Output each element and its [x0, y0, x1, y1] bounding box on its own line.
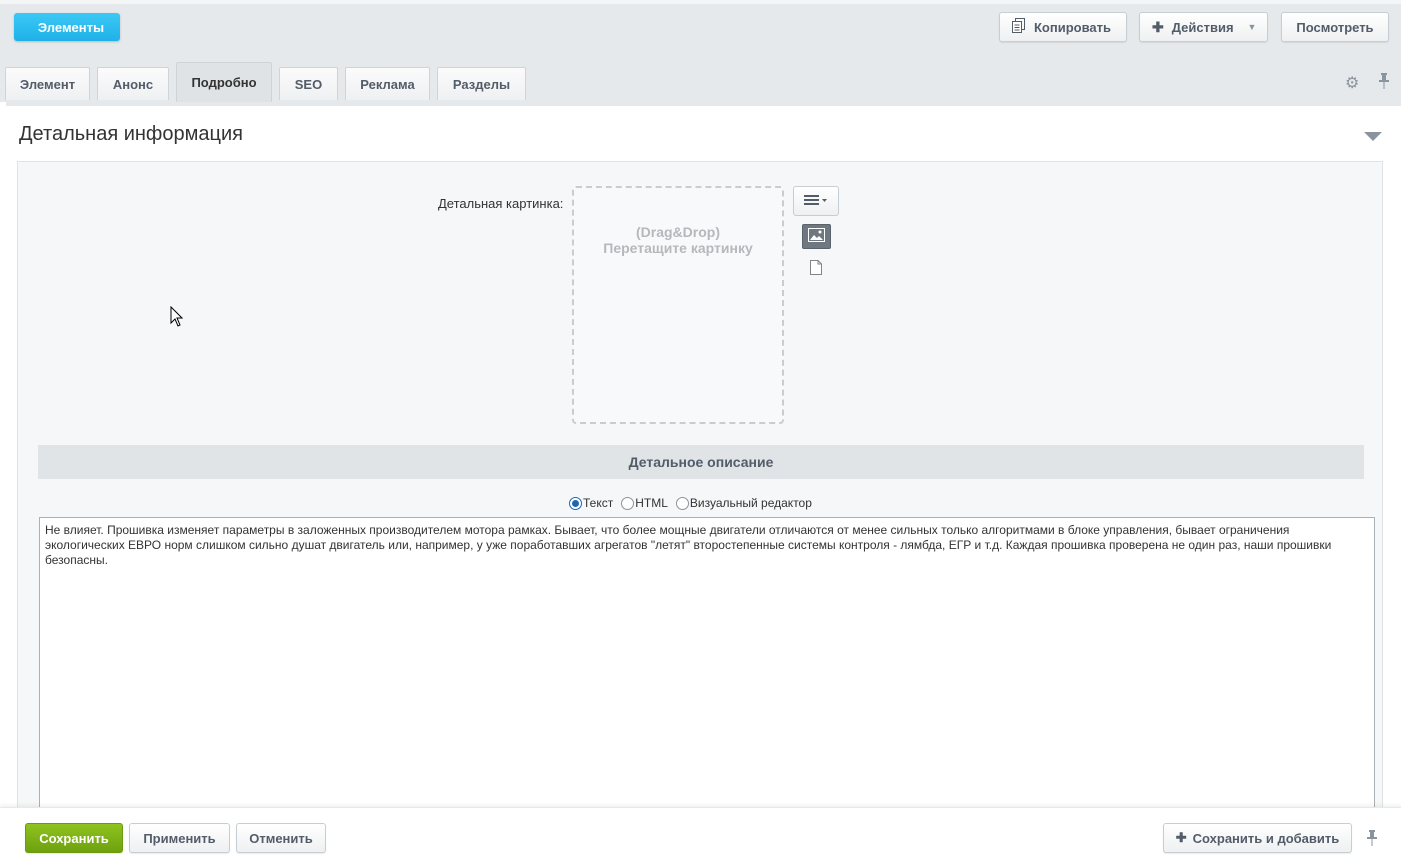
pin-icon[interactable] [1378, 73, 1390, 94]
save-and-add-label: Сохранить и добавить [1192, 830, 1340, 846]
menu-lines-icon [804, 193, 828, 209]
save-and-add-button[interactable]: ✚ Сохранить и добавить [1163, 823, 1352, 853]
detail-description-textarea[interactable]: Не влияет. Прошивка изменяет параметры в… [39, 517, 1375, 812]
tab-sections[interactable]: Разделы [437, 67, 526, 100]
cancel-button[interactable]: Отменить [236, 823, 326, 853]
radio-html-label: HTML [635, 496, 668, 510]
image-upload-button[interactable] [802, 224, 831, 249]
plus-icon: ✚ [1152, 18, 1164, 35]
details-panel: Детальная картинка: (Drag&Drop) Перетащи… [17, 161, 1383, 812]
plus-icon: ✚ [1175, 830, 1187, 845]
copy-button[interactable]: Копировать [999, 12, 1127, 42]
tab-announce[interactable]: Анонс [97, 67, 169, 100]
apply-button[interactable]: Применить [129, 823, 230, 853]
elements-back-button[interactable]: Элементы [14, 13, 120, 41]
tab-element[interactable]: Элемент [5, 67, 90, 100]
collapse-triangle-icon[interactable] [1364, 132, 1382, 141]
radio-visual-label: Визуальный редактор [689, 496, 812, 510]
dropzone-hint-1: (Drag&Drop) [636, 224, 720, 240]
section-title: Детальная информация [19, 123, 243, 145]
tab-details[interactable]: Подробно [176, 62, 272, 102]
image-icon [808, 228, 825, 245]
radio-text-option[interactable]: Текст [569, 496, 613, 510]
radio-visual[interactable] [675, 496, 689, 510]
radio-html[interactable] [621, 496, 635, 510]
radio-text-label: Текст [583, 496, 614, 510]
actions-button[interactable]: ✚ Действия ▼ [1139, 12, 1268, 42]
radio-text[interactable] [569, 496, 582, 510]
mouse-cursor-icon [170, 305, 184, 330]
radio-html-option[interactable]: HTML [621, 496, 668, 510]
tab-seo[interactable]: SEO [279, 67, 338, 100]
chevron-down-icon: ▼ [1247, 22, 1257, 32]
main-content: Детальная информация Детальная картинка:… [6, 102, 1401, 812]
detail-picture-label: Детальная картинка: [438, 196, 564, 211]
dropzone-hint-2: Перетащите картинку [603, 240, 753, 256]
file-icon[interactable] [810, 260, 822, 275]
image-dropzone[interactable]: (Drag&Drop) Перетащите картинку [572, 186, 784, 424]
tabs-bar: Элемент Анонс Подробно SEO Реклама Разде… [0, 52, 1401, 102]
description-header: Детальное описание [38, 445, 1364, 479]
view-button[interactable]: Посмотреть [1281, 12, 1389, 42]
copy-icon [1012, 18, 1026, 36]
copy-label: Копировать [1034, 19, 1112, 35]
actions-label: Действия [1171, 19, 1234, 35]
radio-visual-option[interactable]: Визуальный редактор [675, 496, 812, 510]
gear-icon[interactable]: ⚙ [1345, 73, 1359, 93]
pin-icon[interactable] [1366, 830, 1378, 849]
editor-mode-radios: Текст HTML Визуальный редактор [569, 496, 820, 510]
footer-bar: Сохранить Применить Отменить ✚ Сохранить… [0, 807, 1401, 864]
image-menu-button[interactable] [793, 186, 839, 216]
top-toolbar: Элементы Копировать ✚ Действия ▼ Посмотр… [0, 0, 1401, 52]
save-button[interactable]: Сохранить [25, 823, 123, 853]
tab-advertising[interactable]: Реклама [345, 67, 430, 100]
